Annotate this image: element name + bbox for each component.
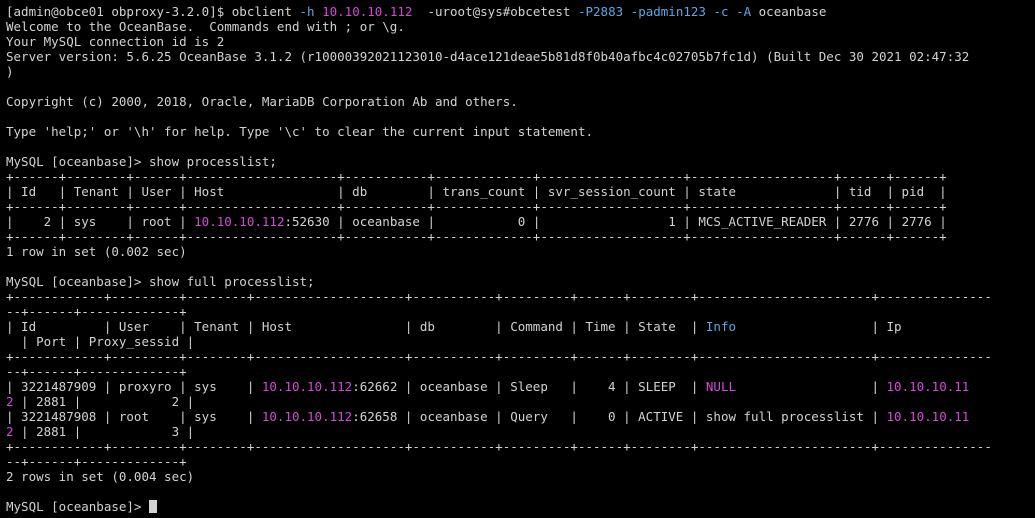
highlighted-value: NULL	[705, 379, 737, 394]
terminal-line: | 3221487909 | proxyro | sys | 10.10.10.…	[6, 379, 1035, 394]
highlighted-value: 10.10.10.112	[322, 4, 413, 19]
highlighted-option: -P2883	[577, 4, 624, 19]
terminal-text: 1 row in set (0.002 sec)	[6, 244, 187, 259]
terminal-line: MySQL [oceanbase]>	[6, 499, 1035, 514]
terminal-line: Welcome to the OceanBase. Commands end w…	[6, 19, 1035, 34]
terminal-text: :52630 | oceanbase | 0 | 1 | MCS_ACTIVE_…	[284, 214, 947, 229]
terminal-text: | Ip	[736, 319, 902, 334]
terminal-line: +------+--------+------+----------------…	[6, 169, 1035, 184]
highlighted-option: -c	[713, 4, 729, 19]
terminal-text: )	[6, 64, 14, 79]
terminal-line: [admin@obce01 obproxy-3.2.0]$ obclient -…	[6, 4, 1035, 19]
highlighted-value: 10.10.10.11	[886, 409, 970, 424]
terminal-text: | 2881 | 3 |	[13, 424, 195, 439]
terminal-text: MySQL [oceanbase]>	[6, 499, 149, 514]
terminal-line: MySQL [oceanbase]> show processlist;	[6, 154, 1035, 169]
terminal-line: Copyright (c) 2000, 2018, Oracle, MariaD…	[6, 94, 1035, 109]
terminal-line: | 3221487908 | root | sys | 10.10.10.112…	[6, 409, 1035, 424]
terminal-text: +------+--------+------+----------------…	[6, 199, 947, 214]
terminal-line: | Id | User | Tenant | Host | db | Comma…	[6, 319, 1035, 334]
terminal-text: Type 'help;' or '\h' for help. Type '\c'…	[6, 124, 593, 139]
terminal-text: --+------+-------------+	[6, 304, 187, 319]
terminal-text: --+------+-------------+	[6, 364, 187, 379]
terminal-line: 2 | 2881 | 3 |	[6, 424, 1035, 439]
terminal-line: MySQL [oceanbase]> show full processlist…	[6, 274, 1035, 289]
terminal-text: +------------+---------+--------+-------…	[6, 289, 992, 304]
terminal-text: MySQL [oceanbase]> show full processlist…	[6, 274, 315, 289]
terminal-output: [admin@obce01 obproxy-3.2.0]$ obclient -…	[6, 4, 1035, 514]
terminal-text: Your MySQL connection id is 2	[6, 34, 225, 49]
terminal-line: Type 'help;' or '\h' for help. Type '\c'…	[6, 124, 1035, 139]
terminal-line: --+------+-------------+	[6, 364, 1035, 379]
terminal-text: MySQL [oceanbase]> show processlist;	[6, 154, 277, 169]
highlighted-option: -A	[736, 4, 752, 19]
highlighted-value: 2	[6, 424, 14, 439]
terminal-text: :62662 | oceanbase | Sleep | 4 | SLEEP |	[352, 379, 706, 394]
terminal-line: +------+--------+------+----------------…	[6, 199, 1035, 214]
terminal-text: Copyright (c) 2000, 2018, Oracle, MariaD…	[6, 94, 518, 109]
terminal-text: 2 rows in set (0.004 sec)	[6, 469, 195, 484]
terminal-text: | 2 | sys | root |	[6, 214, 195, 229]
terminal-text: :62658 | oceanbase | Query | 0 | ACTIVE …	[352, 409, 887, 424]
highlighted-value: 10.10.10.11	[886, 379, 970, 394]
terminal-text: +------+--------+------+----------------…	[6, 229, 947, 244]
terminal-text: | Id | Tenant | User | Host | db | trans…	[6, 184, 947, 199]
terminal-line: 2 rows in set (0.004 sec)	[6, 469, 1035, 484]
terminal-text: |	[736, 379, 887, 394]
terminal-line: 1 row in set (0.002 sec)	[6, 244, 1035, 259]
terminal-text: | 2881 | 2 |	[13, 394, 195, 409]
terminal-text: +------+--------+------+----------------…	[6, 169, 947, 184]
terminal-text: --+------+-------------+	[6, 454, 187, 469]
terminal-line: | 2 | sys | root | 10.10.10.112:52630 | …	[6, 214, 1035, 229]
terminal-line: Server version: 5.6.25 OceanBase 3.1.2 (…	[6, 49, 1035, 64]
terminal-line: | Port | Proxy_sessid |	[6, 334, 1035, 349]
terminal-text: | Id | User | Tenant | Host | db | Comma…	[6, 319, 706, 334]
terminal-text: | Port | Proxy_sessid |	[6, 334, 195, 349]
highlighted-option: -h	[299, 4, 315, 19]
terminal-text: +------------+---------+--------+-------…	[6, 349, 992, 364]
highlighted-value: 2	[6, 394, 14, 409]
terminal-text: [admin@obce01 obproxy-3.2.0]$ obclient	[6, 4, 300, 19]
terminal-line: +------+--------+------+----------------…	[6, 229, 1035, 244]
terminal-window[interactable]: [admin@obce01 obproxy-3.2.0]$ obclient -…	[0, 0, 1035, 518]
highlighted-value: 10.10.10.112	[194, 214, 285, 229]
terminal-cursor[interactable]	[149, 500, 157, 513]
highlighted-option: -padmin123	[630, 4, 706, 19]
terminal-line: +------------+---------+--------+-------…	[6, 349, 1035, 364]
terminal-line: Your MySQL connection id is 2	[6, 34, 1035, 49]
highlighted-value: 10.10.10.112	[261, 379, 353, 394]
terminal-text: | 3221487908 | root | sys |	[6, 409, 262, 424]
terminal-text: +------------+---------+--------+-------…	[6, 439, 992, 454]
highlighted-option: Info	[705, 319, 736, 334]
terminal-text: | 3221487909 | proxyro | sys |	[6, 379, 262, 394]
terminal-line: +------------+---------+--------+-------…	[6, 289, 1035, 304]
terminal-line: --+------+-------------+	[6, 454, 1035, 469]
terminal-line: --+------+-------------+	[6, 304, 1035, 319]
terminal-text: Welcome to the OceanBase. Commands end w…	[6, 19, 405, 34]
terminal-line: | Id | Tenant | User | Host | db | trans…	[6, 184, 1035, 199]
highlighted-value: 10.10.10.112	[261, 409, 353, 424]
terminal-text: oceanbase	[751, 4, 827, 19]
terminal-line: 2 | 2881 | 2 |	[6, 394, 1035, 409]
terminal-line: +------------+---------+--------+-------…	[6, 439, 1035, 454]
terminal-text: -uroot@sys#obcetest	[412, 4, 578, 19]
terminal-line: )	[6, 64, 1035, 79]
terminal-text: Server version: 5.6.25 OceanBase 3.1.2 (…	[6, 49, 970, 64]
